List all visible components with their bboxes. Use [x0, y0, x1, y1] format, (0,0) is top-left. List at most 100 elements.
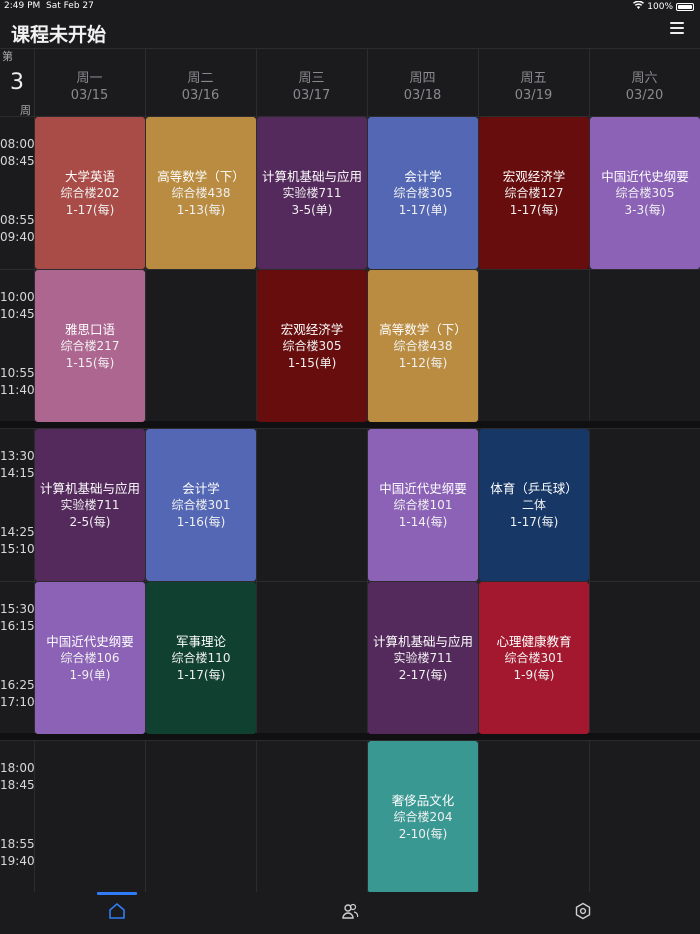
tab-settings[interactable]	[553, 892, 613, 934]
course-cell[interactable]: 高等数学（下） 综合楼438 1-12(每)	[368, 270, 478, 422]
time-label-start: 18:00 18:45	[0, 760, 35, 794]
course-weeks: 2-10(每)	[398, 826, 448, 841]
course-cell[interactable]: 计算机基础与应用 实验楼711 2-5(每)	[35, 429, 145, 581]
course-cell[interactable]: 宏观经济学 综合楼305 1-15(单)	[257, 270, 367, 422]
course-name: 军事理论	[175, 633, 226, 649]
app-header: 课程未开始	[0, 14, 700, 48]
course-room: 综合楼101	[393, 497, 453, 512]
course-weeks: 1-16(每)	[176, 514, 226, 529]
time-begin: 18:00	[0, 761, 35, 775]
day-header: 周二 03/16	[145, 48, 256, 116]
time-label-end: 10:55 11:40	[0, 365, 35, 399]
course-room: 综合楼305	[615, 185, 675, 200]
course-cell[interactable]: 中国近代史纲要 综合楼305 3-3(每)	[590, 117, 700, 269]
course-cell[interactable]: 雅思口语 综合楼217 1-15(每)	[35, 270, 145, 422]
settings-icon	[575, 902, 591, 920]
status-right: 100%	[633, 0, 694, 12]
course-room: 综合楼202	[60, 185, 120, 200]
course-weeks: 3-3(每)	[624, 202, 666, 217]
course-weeks: 1-17(单)	[398, 202, 448, 217]
time-end: 17:10	[0, 695, 35, 709]
week-indicator: 第 3 周	[0, 48, 34, 117]
course-weeks: 2-5(每)	[69, 514, 111, 529]
course-room: 综合楼438	[393, 338, 453, 353]
menu-icon[interactable]	[670, 22, 684, 36]
course-weeks: 1-17(每)	[176, 667, 226, 682]
status-bar: 2:49 PM Sat Feb 27 100%	[0, 0, 700, 14]
course-room: 综合楼110	[171, 650, 231, 665]
day-date: 03/18	[403, 88, 442, 103]
course-cell[interactable]: 奢侈品文化 综合楼204 2-10(每)	[368, 741, 478, 893]
course-name: 心理健康教育	[496, 633, 572, 649]
time-begin: 08:55	[0, 213, 35, 227]
time-label-end: 08:55 09:40	[0, 212, 35, 246]
wifi-icon	[633, 0, 645, 12]
course-weeks: 1-15(每)	[65, 355, 115, 370]
course-room: 综合楼305	[282, 338, 342, 353]
time-begin: 15:30	[0, 602, 35, 616]
course-name: 会计学	[404, 168, 442, 184]
status-date: Sat Feb 27	[46, 1, 94, 11]
course-name: 宏观经济学	[280, 321, 344, 337]
time-begin: 08:00	[0, 137, 35, 151]
course-cell[interactable]: 计算机基础与应用 实验楼711 3-5(单)	[257, 117, 367, 269]
course-weeks: 2-17(每)	[398, 667, 448, 682]
course-cell[interactable]: 中国近代史纲要 综合楼106 1-9(单)	[35, 582, 145, 734]
course-name: 中国近代史纲要	[379, 480, 467, 496]
course-name: 计算机基础与应用	[372, 633, 473, 649]
time-label-start: 13:30 14:15	[0, 448, 35, 482]
course-name: 宏观经济学	[502, 168, 566, 184]
time-end: 16:15	[0, 619, 35, 633]
time-begin: 16:25	[0, 678, 35, 692]
course-room: 综合楼438	[171, 185, 231, 200]
time-begin: 10:55	[0, 366, 35, 380]
course-cell[interactable]: 大学英语 综合楼202 1-17(每)	[35, 117, 145, 269]
time-label-end: 16:25 17:10	[0, 677, 35, 711]
course-cell[interactable]: 体育（乒乓球） 二体 1-17(每)	[479, 429, 589, 581]
course-name: 大学英语	[64, 168, 115, 184]
course-name: 奢侈品文化	[391, 792, 455, 808]
course-room: 实验楼711	[60, 497, 120, 512]
course-cell[interactable]: 会计学 综合楼305 1-17(单)	[368, 117, 478, 269]
course-room: 综合楼106	[60, 650, 120, 665]
day-name: 周六	[631, 71, 658, 86]
course-cell[interactable]: 宏观经济学 综合楼127 1-17(每)	[479, 117, 589, 269]
course-cell[interactable]: 中国近代史纲要 综合楼101 1-14(每)	[368, 429, 478, 581]
time-label-end: 14:25 15:10	[0, 524, 35, 558]
course-room: 实验楼711	[393, 650, 453, 665]
course-weeks: 1-14(每)	[398, 514, 448, 529]
tab-home[interactable]	[87, 892, 147, 934]
day-date: 03/15	[70, 88, 109, 103]
course-name: 中国近代史纲要	[601, 168, 689, 184]
battery-percent: 100%	[647, 1, 673, 12]
day-date: 03/17	[292, 88, 331, 103]
course-cell[interactable]: 心理健康教育 综合楼301 1-9(每)	[479, 582, 589, 734]
course-weeks: 3-5(单)	[291, 202, 333, 217]
day-header: 周六 03/20	[589, 48, 700, 116]
course-room: 综合楼301	[171, 497, 231, 512]
course-weeks: 1-12(每)	[398, 355, 448, 370]
course-cell[interactable]: 计算机基础与应用 实验楼711 2-17(每)	[368, 582, 478, 734]
course-cell[interactable]: 高等数学（下） 综合楼438 1-13(每)	[146, 117, 256, 269]
time-label-start: 10:00 10:45	[0, 289, 35, 323]
time-label-start: 08:00 08:45	[0, 136, 35, 170]
time-begin: 14:25	[0, 525, 35, 539]
time-end: 14:15	[0, 466, 35, 480]
course-weeks: 1-13(每)	[176, 202, 226, 217]
course-cell[interactable]: 会计学 综合楼301 1-16(每)	[146, 429, 256, 581]
time-label-start: 15:30 16:15	[0, 601, 35, 635]
time-end: 10:45	[0, 307, 35, 321]
course-weeks: 1-9(每)	[513, 667, 555, 682]
day-header: 周五 03/19	[478, 48, 589, 116]
course-name: 雅思口语	[64, 321, 115, 337]
day-name: 周四	[409, 71, 436, 86]
course-cell[interactable]: 军事理论 综合楼110 1-17(每)	[146, 582, 256, 734]
day-header: 周一 03/15	[34, 48, 145, 116]
time-end: 18:45	[0, 778, 35, 792]
course-name: 体育（乒乓球）	[490, 480, 578, 496]
home-icon	[109, 903, 125, 919]
week-prefix: 第	[2, 50, 13, 63]
tab-friends[interactable]	[320, 892, 380, 934]
day-date: 03/20	[625, 88, 664, 103]
time-begin: 10:00	[0, 290, 35, 304]
